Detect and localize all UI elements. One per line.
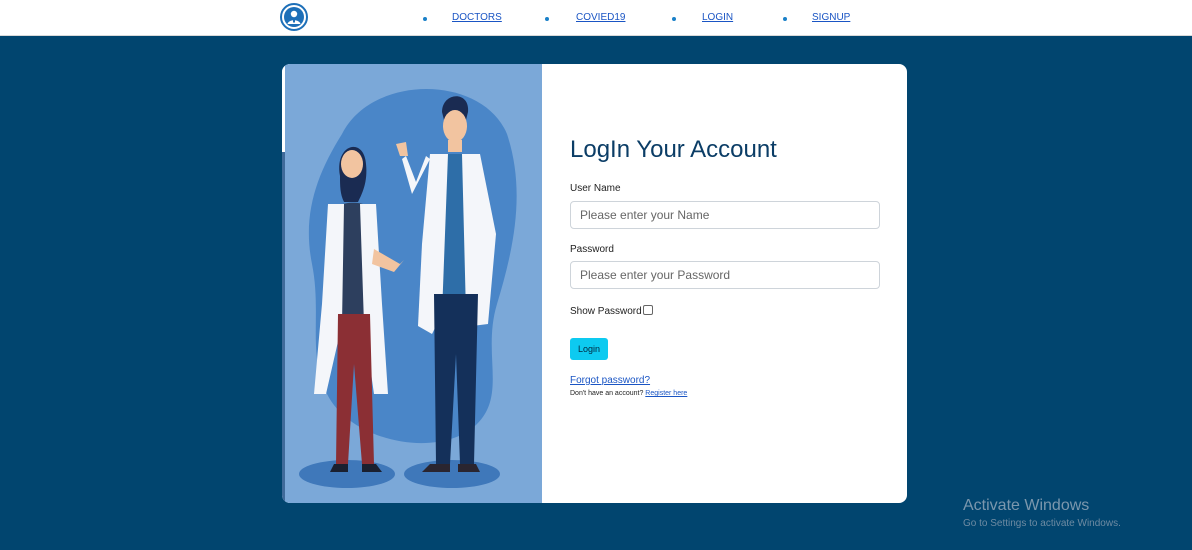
doctors-illustration — [282, 64, 542, 503]
nav-signup-link[interactable]: SIGNUP — [812, 12, 850, 26]
form-title: LogIn Your Account — [570, 136, 777, 163]
login-card: LogIn Your Account User Name Password Sh… — [282, 64, 907, 503]
top-navbar: DOCTORS COVIED19 LOGIN SIGNUP — [0, 0, 1192, 36]
password-label: Password — [570, 244, 614, 255]
logo[interactable] — [280, 3, 308, 31]
bullet-icon — [423, 17, 427, 21]
forgot-password-text[interactable]: Forgot password? — [570, 375, 650, 386]
bullet-icon — [783, 17, 787, 21]
forgot-password-link[interactable]: Forgot password? — [570, 375, 650, 386]
username-input[interactable] — [570, 201, 880, 229]
activate-windows-subtitle: Go to Settings to activate Windows. — [963, 518, 1121, 529]
no-account-text: Don't have an account? — [570, 390, 644, 397]
activate-windows-title: Activate Windows — [963, 497, 1090, 514]
bullet-icon — [545, 17, 549, 21]
doctors-image — [299, 89, 517, 488]
nav-doctors-link[interactable]: DOCTORS — [452, 12, 502, 26]
illustration-edge-light — [282, 64, 285, 152]
show-password-row: Show Password — [570, 305, 653, 317]
nav-covied19-link[interactable]: COVIED19 — [576, 12, 625, 26]
password-input[interactable] — [570, 261, 880, 289]
username-label: User Name — [570, 183, 621, 194]
nav-login-link[interactable]: LOGIN — [702, 12, 733, 26]
register-link[interactable]: Register here — [645, 390, 687, 397]
login-form: LogIn Your Account User Name Password Sh… — [570, 64, 880, 503]
register-line: Don't have an account? Register here — [570, 390, 687, 397]
bullet-icon — [672, 17, 676, 21]
illustration-edge-dark — [282, 152, 285, 503]
show-password-checkbox[interactable] — [642, 305, 653, 315]
login-button[interactable]: Login — [570, 338, 608, 360]
doctor-avatar-icon — [284, 7, 304, 27]
show-password-label: Show Password — [570, 306, 642, 317]
